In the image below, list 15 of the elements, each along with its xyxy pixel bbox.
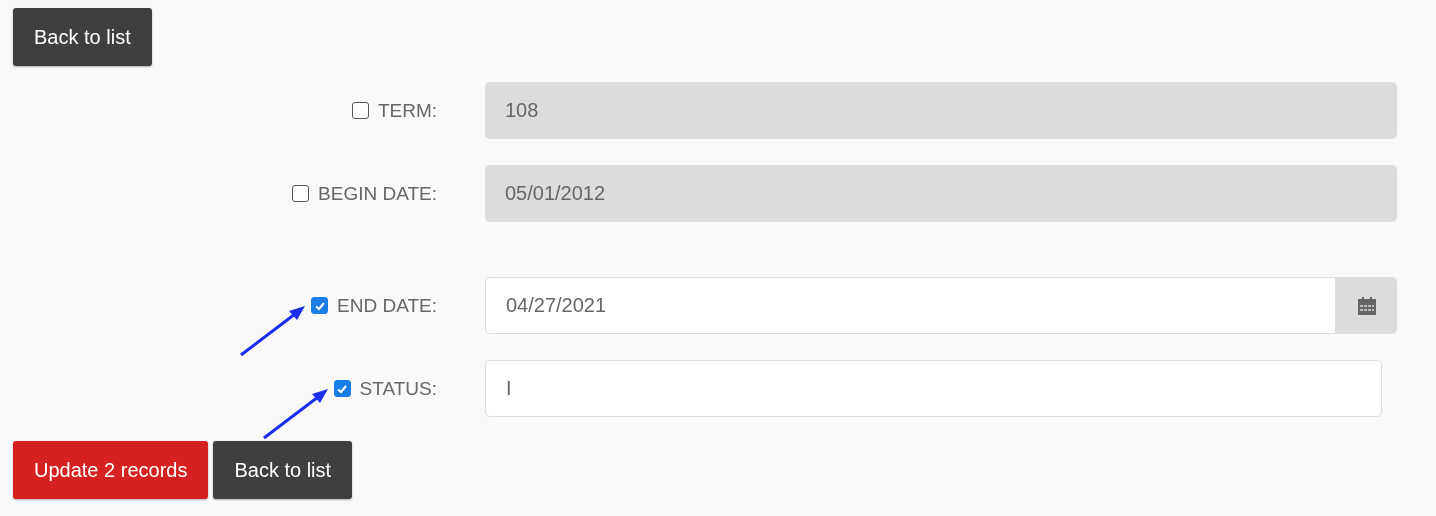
checkbox[interactable] <box>351 102 369 119</box>
field-label: STATUS: <box>359 377 437 400</box>
field-label: END DATE: <box>337 294 437 317</box>
checkbox[interactable] <box>333 380 351 397</box>
field-label: TERM: <box>377 99 437 122</box>
calendar-button[interactable] <box>1336 277 1397 334</box>
checkbox[interactable] <box>311 297 329 314</box>
back-to-list-button[interactable]: Back to list <box>13 8 152 66</box>
update-button[interactable]: Update 2 records <box>13 441 209 499</box>
checkbox[interactable] <box>292 185 310 202</box>
date-field[interactable]: 04/27/2021 <box>485 277 1336 334</box>
back-to-list-button[interactable]: Back to list <box>213 441 353 499</box>
calendar-icon <box>1356 295 1377 316</box>
field-label: BEGIN DATE: <box>318 182 437 205</box>
input-field[interactable]: I <box>485 360 1382 417</box>
